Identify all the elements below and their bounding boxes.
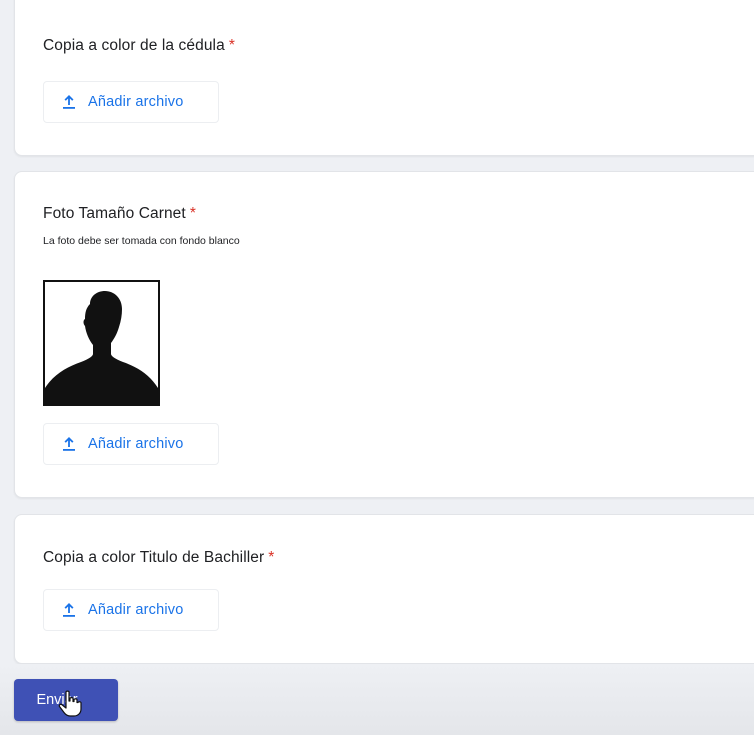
question-title-text: Copia a color Titulo de Bachiller xyxy=(43,549,265,566)
question-card-foto: Foto Tamaño Carnet * La foto debe ser tom… xyxy=(14,171,754,498)
required-asterisk: * xyxy=(228,37,235,54)
question-title-text: Copia a color de la cédula xyxy=(43,37,225,54)
upload-icon xyxy=(63,95,75,109)
question-card-titulo: Copia a color Titulo de Bachiller * Añadi… xyxy=(14,514,754,664)
add-file-label: Añadir archivo xyxy=(88,602,184,618)
question-title-foto: Foto Tamaño Carnet * xyxy=(43,205,196,223)
add-file-button-titulo[interactable]: Añadir archivo xyxy=(43,589,219,631)
hand-pointer-cursor-icon xyxy=(58,690,82,717)
question-card-cedula: Copia a color de la cédula * Añadir archi… xyxy=(14,0,754,156)
upload-icon xyxy=(63,437,75,451)
person-silhouette-icon xyxy=(45,282,158,404)
add-file-label: Añadir archivo xyxy=(88,94,184,110)
add-file-button-foto[interactable]: Añadir archivo xyxy=(43,423,219,465)
add-file-button-cedula[interactable]: Añadir archivo xyxy=(43,81,219,123)
question-title-text: Foto Tamaño Carnet xyxy=(43,205,186,222)
required-asterisk: * xyxy=(189,205,196,222)
person-silhouette-image xyxy=(43,280,160,406)
question-description: La foto debe ser tomada con fondo blanco xyxy=(43,235,240,247)
add-file-label: Añadir archivo xyxy=(88,436,184,452)
upload-icon xyxy=(63,603,75,617)
required-asterisk: * xyxy=(268,549,275,566)
question-title-titulo: Copia a color Titulo de Bachiller * xyxy=(43,549,274,567)
question-title-cedula: Copia a color de la cédula * xyxy=(43,37,235,55)
